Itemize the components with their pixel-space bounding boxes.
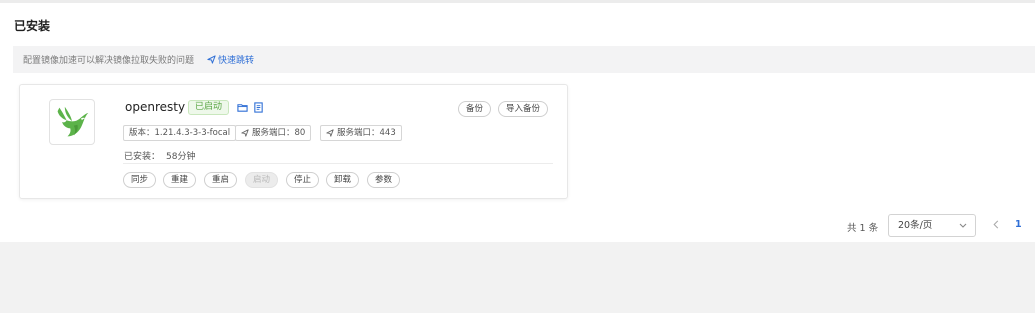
rebuild-button[interactable]: 重建 (163, 172, 197, 188)
installed-time: 已安装： 58分钟 (124, 149, 195, 162)
mirror-notice: 配置镜像加速可以解决镜像拉取失败的问题 快速跳转 (13, 46, 1035, 73)
prev-page-icon[interactable] (992, 220, 1000, 229)
page-size-value: 20条/页 (898, 220, 933, 231)
send-icon (241, 129, 249, 137)
app-name: openresty (125, 100, 186, 114)
params-button[interactable]: 参数 (367, 172, 401, 188)
sync-button[interactable]: 同步 (123, 172, 157, 188)
stop-button[interactable]: 停止 (286, 172, 320, 188)
port-tag-label: 服务端口：80 (252, 128, 306, 138)
status-badge: 已启动 (188, 100, 230, 115)
chevron-down-icon (959, 223, 967, 228)
installed-value: 58分钟 (166, 152, 196, 162)
quick-jump-label: 快速跳转 (218, 56, 255, 66)
restart-button[interactable]: 重启 (204, 172, 238, 188)
quick-jump-link[interactable]: 快速跳转 (207, 53, 254, 66)
send-icon (207, 55, 216, 64)
send-icon (326, 129, 334, 137)
page-title: 已安装 (14, 19, 51, 33)
notice-text: 配置镜像加速可以解决镜像拉取失败的问题 (23, 56, 195, 66)
start-button: 启动 (245, 172, 279, 188)
app-card: openresty 已启动 版本：1.21.4.3-3-3-focal 服务端口… (19, 84, 568, 199)
backup-button[interactable]: 备份 (458, 101, 492, 117)
app-logo (49, 99, 95, 145)
port-tag-443[interactable]: 服务端口：443 (320, 125, 402, 141)
folder-icon[interactable] (237, 102, 248, 113)
current-page-number[interactable]: 1 (1015, 219, 1022, 230)
openresty-logo (57, 106, 89, 137)
uninstall-button[interactable]: 卸载 (326, 172, 360, 188)
port-tag-label: 服务端口：443 (337, 128, 396, 138)
card-divider (123, 163, 553, 164)
pager-total: 共 1 条 (847, 223, 879, 234)
installed-label: 已安装： (124, 152, 161, 162)
document-icon[interactable] (253, 102, 264, 113)
port-tag-80[interactable]: 服务端口：80 (235, 125, 312, 141)
import-backup-button[interactable]: 导入备份 (498, 101, 549, 117)
version-tag: 版本：1.21.4.3-3-3-focal (123, 125, 237, 141)
page-size-select[interactable]: 20条/页 (888, 214, 976, 237)
